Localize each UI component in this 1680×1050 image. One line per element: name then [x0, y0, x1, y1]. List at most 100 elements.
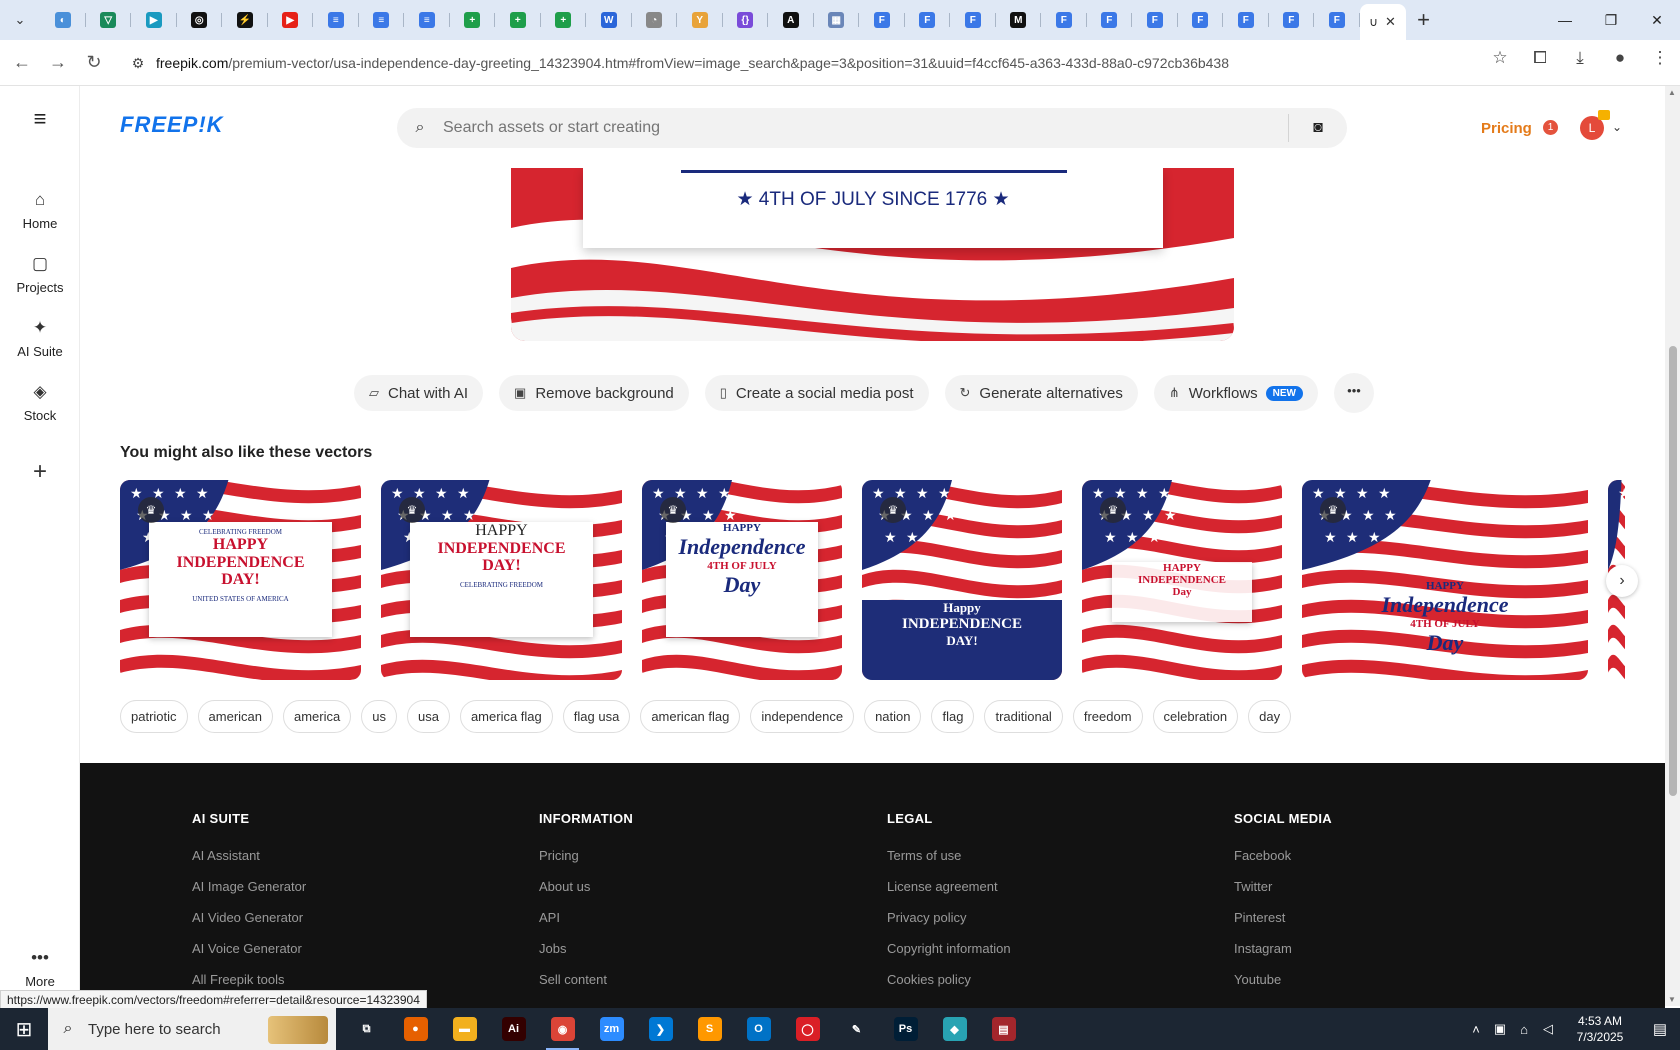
tag-chip[interactable]: american flag: [640, 700, 741, 733]
footer-link[interactable]: AI Image Generator: [192, 879, 306, 895]
taskbar-app-sketch-app[interactable]: ◆: [930, 1008, 979, 1050]
footer-link[interactable]: AI Video Generator: [192, 910, 306, 926]
browser-tab[interactable]: M: [996, 4, 1041, 36]
footer-link[interactable]: Facebook: [1234, 848, 1332, 864]
similar-vector-thumbnail[interactable]: ★★★★★★★★★★★★HappyINDEPENDENCEDAY!♛: [862, 480, 1062, 680]
browser-tab[interactable]: ≡: [313, 4, 359, 36]
tray-overflow-icon[interactable]: ˄: [1464, 1022, 1488, 1037]
network-icon[interactable]: ⌂: [1512, 1022, 1536, 1037]
similar-vector-thumbnail[interactable]: ★★★★★★★★★★★★HAPPYINDEPENDENCEDAY!CELEBRA…: [381, 480, 622, 680]
browser-tab[interactable]: F: [950, 4, 996, 36]
more-options-icon[interactable]: •••: [1334, 373, 1374, 413]
taskbar-app-firefox[interactable]: ●: [391, 1008, 440, 1050]
footer-link[interactable]: About us: [539, 879, 633, 895]
footer-link[interactable]: Copyright information: [887, 941, 1011, 957]
similar-vector-thumbnail[interactable]: ★★★★★★★★★★★★CELEBRATING FREEDOMHAPPYINDE…: [120, 480, 361, 680]
taskbar-app-task-view[interactable]: ⧉: [342, 1008, 391, 1050]
system-clock[interactable]: 4:53 AM 7/3/2025: [1560, 1013, 1640, 1045]
windows-start-icon[interactable]: ⊞: [0, 1017, 48, 1042]
add-icon[interactable]: +: [0, 458, 80, 486]
back-icon[interactable]: ←: [4, 52, 40, 73]
scroll-down-icon[interactable]: ▼: [1668, 995, 1676, 1004]
browser-tab[interactable]: ≡: [359, 4, 404, 36]
browser-tab[interactable]: Y: [677, 4, 723, 36]
browser-tab[interactable]: F: [859, 4, 905, 36]
taskbar-app-archive[interactable]: ▤: [979, 1008, 1028, 1050]
browser-tab[interactable]: F: [905, 4, 950, 36]
taskbar-app-creative-cloud[interactable]: ◯: [783, 1008, 832, 1050]
tag-chip[interactable]: nation: [864, 700, 922, 733]
hamburger-menu-icon[interactable]: ≡: [0, 106, 80, 132]
footer-link[interactable]: Jobs: [539, 941, 633, 957]
taskbar-search[interactable]: ⌕ Type here to search: [48, 1008, 336, 1050]
search-input[interactable]: [443, 119, 1288, 137]
footer-link[interactable]: Sell content: [539, 972, 633, 988]
browser-tab[interactable]: {}: [723, 4, 768, 36]
browser-tab[interactable]: +: [495, 4, 541, 36]
browser-tab[interactable]: ▶: [131, 4, 177, 36]
tag-chip[interactable]: flag: [931, 700, 975, 733]
taskbar-app-illustrator[interactable]: Ai: [489, 1008, 538, 1050]
sidebar-item-stock[interactable]: ◈ Stock: [0, 382, 80, 423]
browser-tab[interactable]: A: [768, 4, 814, 36]
tag-chip[interactable]: flag usa: [562, 700, 631, 733]
reload-icon[interactable]: ↻: [76, 52, 112, 73]
scroll-up-icon[interactable]: ▲: [1668, 88, 1676, 97]
footer-link[interactable]: Youtube: [1234, 972, 1332, 988]
similar-vector-thumbnail[interactable]: ★★★★★★★★★★★★HAPPYINDEPENDENCEDay♛: [1082, 480, 1282, 680]
chat-with-ai-button[interactable]: ▱ Chat with AI: [354, 375, 484, 411]
footer-link[interactable]: License agreement: [887, 879, 1011, 895]
download-icon[interactable]: ⤓: [1560, 48, 1600, 68]
footer-link[interactable]: AI Assistant: [192, 848, 306, 864]
footer-link[interactable]: All Freepik tools: [192, 972, 306, 988]
footer-link[interactable]: Twitter: [1234, 879, 1332, 895]
tag-chip[interactable]: day: [1248, 700, 1292, 733]
tag-chip[interactable]: independence: [750, 700, 855, 733]
taskbar-app-pen-tool[interactable]: ✎: [832, 1008, 881, 1050]
tag-chip[interactable]: us: [361, 700, 397, 733]
browser-tab[interactable]: +: [450, 4, 495, 36]
freepik-logo[interactable]: FREEP!K: [120, 112, 224, 138]
tag-chip[interactable]: usa: [406, 700, 450, 733]
notification-center-icon[interactable]: ▤: [1640, 1020, 1680, 1038]
sidebar-item-more[interactable]: ••• More: [0, 948, 80, 989]
new-tab-button[interactable]: +: [1406, 7, 1442, 33]
bookmark-star-icon[interactable]: ☆: [1480, 48, 1520, 68]
tag-chip[interactable]: america: [283, 700, 352, 733]
footer-link[interactable]: Pinterest: [1234, 910, 1332, 926]
browser-tab[interactable]: +: [541, 4, 586, 36]
taskbar-app-chrome[interactable]: ◉: [538, 1008, 587, 1050]
tag-chip[interactable]: traditional: [984, 700, 1063, 733]
minimize-icon[interactable]: —: [1542, 0, 1588, 40]
tag-chip[interactable]: america flag: [459, 700, 553, 733]
browser-tab[interactable]: ◐: [40, 4, 86, 36]
browser-tab[interactable]: ⚡: [222, 4, 268, 36]
browser-tab[interactable]: F: [1178, 4, 1223, 36]
workflows-button[interactable]: ⋔ Workflows NEW: [1153, 375, 1318, 411]
taskbar-app-vscode[interactable]: ❯: [636, 1008, 685, 1050]
tag-chip[interactable]: patriotic: [120, 700, 188, 733]
taskbar-app-sublime[interactable]: S: [685, 1008, 734, 1050]
close-tab-icon[interactable]: ✕: [1385, 14, 1396, 30]
browser-tab[interactable]: ▶: [268, 4, 313, 36]
tag-chip[interactable]: american: [197, 700, 273, 733]
browser-tab[interactable]: ◔: [632, 4, 677, 36]
footer-link[interactable]: Cookies policy: [887, 972, 1011, 988]
browser-tab[interactable]: W: [586, 4, 632, 36]
profile-icon[interactable]: ●: [1600, 48, 1640, 68]
taskbar-app-photoshop[interactable]: Ps: [881, 1008, 930, 1050]
tag-chip[interactable]: freedom: [1072, 700, 1143, 733]
footer-link[interactable]: Pricing: [539, 848, 633, 864]
similar-vector-thumbnail[interactable]: ★★★★★★★★★★★★HAPPYIndependence4TH OF JULY…: [1302, 480, 1588, 680]
browser-tab[interactable]: F: [1223, 4, 1269, 36]
taskbar-app-outlook[interactable]: O: [734, 1008, 783, 1050]
footer-link[interactable]: Terms of use: [887, 848, 1011, 864]
notifications-icon[interactable]: 1: [1543, 118, 1565, 140]
sidebar-item-ai-suite[interactable]: ✦ AI Suite: [0, 318, 80, 359]
browser-tab[interactable]: ≡: [404, 4, 450, 36]
chevron-down-icon[interactable]: ⌄: [1612, 120, 1622, 134]
scroll-thumb[interactable]: [1669, 346, 1677, 796]
volume-icon[interactable]: ◁: [1536, 1021, 1560, 1037]
browser-tab[interactable]: ◎: [177, 4, 222, 36]
close-window-icon[interactable]: ✕: [1634, 0, 1680, 40]
